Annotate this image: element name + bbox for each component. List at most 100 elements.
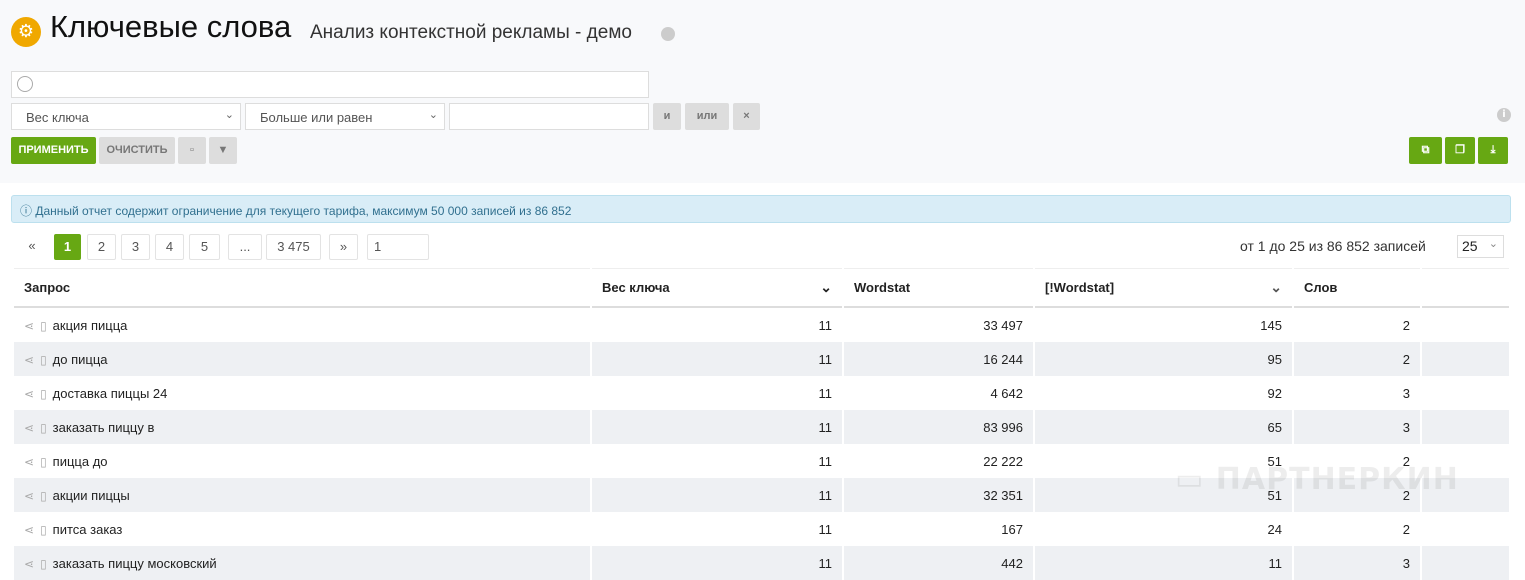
save-icon[interactable]: ▫ bbox=[178, 137, 206, 164]
value-cell: 2 bbox=[1294, 342, 1420, 376]
page-1[interactable]: 1 bbox=[54, 234, 81, 260]
query-text[interactable]: пицца до bbox=[53, 454, 108, 469]
document-icon[interactable]: ▯ bbox=[40, 387, 47, 401]
col-key-weight[interactable]: Вес ключа ⌄ bbox=[592, 268, 842, 308]
document-icon[interactable]: ▯ bbox=[40, 489, 47, 503]
value-cell: 65 bbox=[1035, 410, 1292, 444]
table-row: ⋖ ▯ питса заказ 11 167 24 2 bbox=[14, 512, 1509, 546]
filter-icon[interactable]: ▼ bbox=[209, 137, 237, 164]
copy-icon[interactable]: ❐ bbox=[1445, 137, 1475, 164]
page-2[interactable]: 2 bbox=[87, 234, 116, 260]
value-cell: 2 bbox=[1402, 521, 1410, 537]
operator-select[interactable]: Больше или равен ⌄ bbox=[245, 103, 445, 130]
value-cell: 11 bbox=[592, 410, 842, 444]
goto-page-input[interactable]: 1 bbox=[367, 234, 429, 260]
query-cell: ⋖ ▯ пицца до bbox=[14, 444, 590, 478]
chevron-down-icon: ⌄ bbox=[1488, 238, 1498, 250]
table-row: ⋖ ▯ заказать пиццу в 11 83 996 65 3 bbox=[14, 410, 1509, 444]
query-text[interactable]: заказать пиццу московский bbox=[53, 556, 217, 571]
toolbar-panel: ⚙ Ключевые слова Анализ контекстной рекл… bbox=[0, 0, 1525, 183]
value-cell: 92 bbox=[1267, 385, 1282, 401]
globe-icon[interactable] bbox=[661, 27, 675, 41]
query-text[interactable]: питса заказ bbox=[53, 522, 123, 537]
value-cell: 22 222 bbox=[983, 453, 1023, 469]
query-cell: ⋖ ▯ доставка пиццы 24 bbox=[14, 376, 590, 410]
share-icon[interactable]: ⋖ bbox=[24, 319, 34, 333]
table-row: ⋖ ▯ до пицца 11 16 244 95 2 bbox=[14, 342, 1509, 376]
query-text[interactable]: заказать пиццу в bbox=[53, 420, 155, 435]
empty-cell bbox=[1422, 376, 1509, 410]
pagination-prev[interactable]: « bbox=[20, 234, 44, 260]
share-icon[interactable]: ⋖ bbox=[24, 489, 34, 503]
info-icon[interactable]: i bbox=[1497, 108, 1511, 122]
operator-select-value: Больше или равен bbox=[260, 110, 373, 125]
page-4[interactable]: 4 bbox=[155, 234, 184, 260]
info-icon: ⓘ bbox=[20, 204, 36, 218]
keywords-table: Запрос Вес ключа ⌄ Wordstat [!Wordstat] ⌄ … bbox=[12, 268, 1511, 580]
col-words[interactable]: Слов bbox=[1294, 268, 1420, 308]
document-icon[interactable]: ▯ bbox=[40, 557, 47, 571]
value-cell: 4 642 bbox=[990, 385, 1023, 401]
field-select-value: Вес ключа bbox=[26, 110, 89, 125]
page-last[interactable]: 3 475 bbox=[266, 234, 321, 260]
value-cell: 11 bbox=[592, 546, 842, 580]
chevron-down-icon: ⌄ bbox=[428, 109, 438, 121]
table-row: ⋖ ▯ акция пицца 11 33 497 145 2 bbox=[14, 308, 1509, 342]
col-query[interactable]: Запрос bbox=[14, 268, 590, 308]
value-cell: 11 bbox=[1035, 546, 1292, 580]
share-icon[interactable]: ⋖ bbox=[24, 523, 34, 537]
col-wordstat[interactable]: Wordstat bbox=[844, 268, 1033, 308]
value-cell: 16 244 bbox=[844, 342, 1033, 376]
query-text[interactable]: акция пицца bbox=[53, 318, 128, 333]
query-cell: ⋖ ▯ до пицца bbox=[14, 342, 590, 376]
query-text[interactable]: до пицца bbox=[53, 352, 108, 367]
search-input[interactable] bbox=[11, 71, 649, 98]
filter-value-input[interactable] bbox=[449, 103, 649, 130]
document-icon[interactable]: ▯ bbox=[40, 523, 47, 537]
field-select[interactable]: Вес ключа ⌄ bbox=[11, 103, 241, 130]
sort-desc-icon: ⌄ bbox=[820, 279, 832, 295]
share-icon[interactable]: ⋖ bbox=[24, 557, 34, 571]
pagination-next[interactable]: » bbox=[329, 234, 358, 260]
empty-cell bbox=[1422, 342, 1509, 376]
query-cell: ⋖ ▯ акции пиццы bbox=[14, 478, 590, 512]
value-cell: 11 bbox=[592, 342, 842, 376]
value-cell: 95 bbox=[1035, 342, 1292, 376]
or-button[interactable]: или bbox=[685, 103, 729, 130]
share-icon[interactable]: ⋖ bbox=[24, 421, 34, 435]
page-5[interactable]: 5 bbox=[189, 234, 220, 260]
page-subtitle: Анализ контекстной рекламы - демо bbox=[310, 22, 632, 43]
empty-cell bbox=[1422, 546, 1509, 580]
per-page-select[interactable]: 25 ⌄ bbox=[1457, 235, 1504, 258]
apply-button[interactable]: ПРИМЕНИТЬ bbox=[11, 137, 96, 164]
value-cell: 11 bbox=[818, 453, 833, 469]
value-cell: 3 bbox=[1294, 410, 1420, 444]
remove-condition-button[interactable]: × bbox=[733, 103, 760, 130]
query-cell: ⋖ ▯ заказать пиццу в bbox=[14, 410, 590, 444]
download-icon[interactable]: ⤓ bbox=[1478, 137, 1508, 164]
clear-button[interactable]: ОЧИСТИТЬ bbox=[99, 137, 175, 164]
value-cell: 32 351 bbox=[844, 478, 1033, 512]
value-cell: 11 bbox=[818, 385, 833, 401]
and-button[interactable]: и bbox=[653, 103, 681, 130]
document-icon[interactable]: ▯ bbox=[40, 353, 47, 367]
share-icon[interactable]: ⋖ bbox=[24, 387, 34, 401]
empty-cell bbox=[1422, 512, 1509, 546]
document-icon[interactable]: ▯ bbox=[40, 319, 47, 333]
gear-icon: ⚙ bbox=[11, 17, 41, 47]
per-page-value: 25 bbox=[1462, 238, 1478, 254]
share-icon[interactable]: ⋖ bbox=[24, 353, 34, 367]
query-text[interactable]: акции пиццы bbox=[53, 488, 130, 503]
sort-icon: ⌄ bbox=[1270, 279, 1282, 295]
page-ellipsis: ... bbox=[228, 234, 262, 260]
columns-icon[interactable]: ⧉ bbox=[1409, 137, 1442, 164]
col-exact-wordstat[interactable]: [!Wordstat] ⌄ bbox=[1035, 268, 1292, 308]
table-row: ⋖ ▯ заказать пиццу московский 11 442 11 3 bbox=[14, 546, 1509, 580]
page-title: Ключевые слова bbox=[50, 9, 292, 44]
empty-cell bbox=[1422, 308, 1509, 342]
page-3[interactable]: 3 bbox=[121, 234, 150, 260]
document-icon[interactable]: ▯ bbox=[40, 455, 47, 469]
query-text[interactable]: доставка пиццы 24 bbox=[53, 386, 168, 401]
share-icon[interactable]: ⋖ bbox=[24, 455, 34, 469]
document-icon[interactable]: ▯ bbox=[40, 421, 47, 435]
